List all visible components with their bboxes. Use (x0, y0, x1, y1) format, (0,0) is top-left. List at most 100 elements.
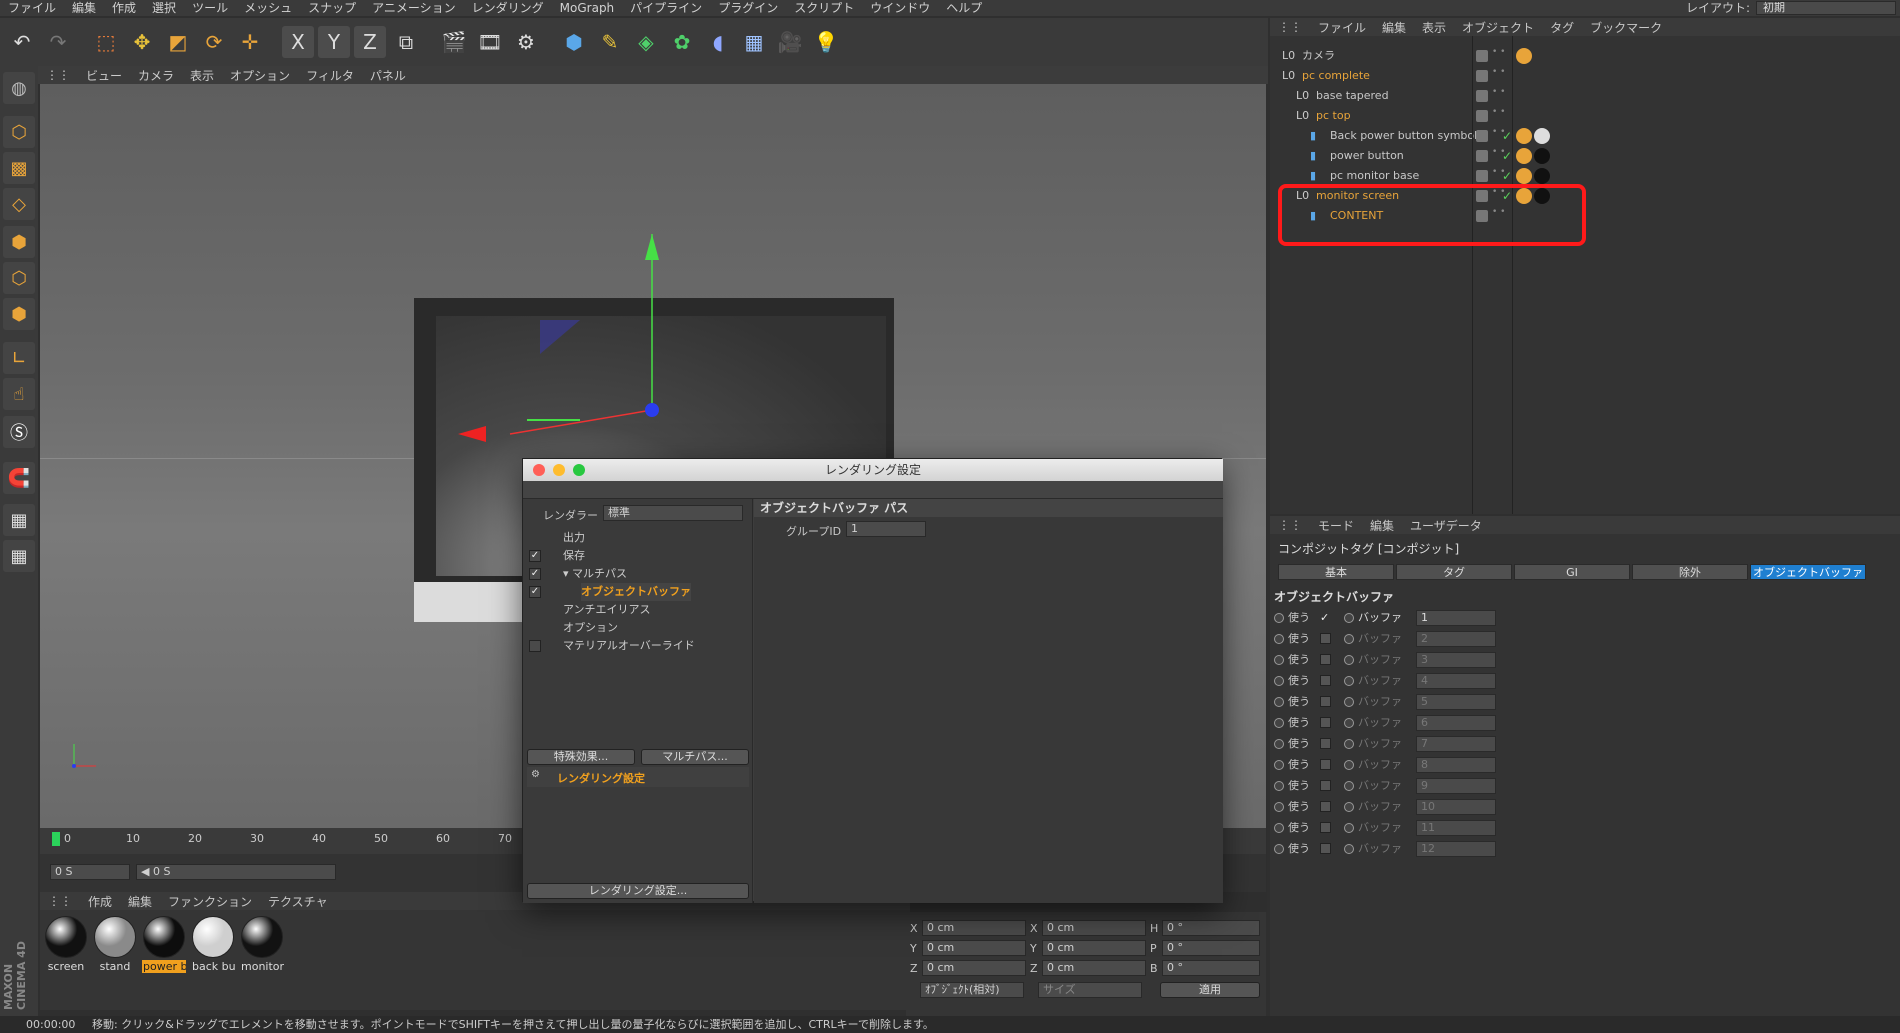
buffer-field[interactable]: 4 (1416, 673, 1496, 689)
object-row[interactable]: L0 pc top • • (1270, 106, 1900, 126)
material-swatch[interactable]: power b (142, 916, 186, 974)
menu-item[interactable]: スナップ (300, 0, 364, 16)
current-frame-field[interactable]: ◀ 0 S (136, 864, 336, 880)
use-radio[interactable] (1274, 697, 1284, 707)
buffer-radio[interactable] (1344, 634, 1354, 644)
size-field[interactable]: 0 cm (1042, 960, 1146, 976)
enabled-check-icon[interactable]: ✓ (1502, 126, 1512, 146)
buffer-field[interactable]: 5 (1416, 694, 1496, 710)
use-radio[interactable] (1274, 802, 1284, 812)
tree-checkbox[interactable]: ✓ (529, 568, 541, 580)
coord-mode-select[interactable]: ｵﾌﾞｼﾞｪｸﾄ(相対) (920, 982, 1024, 998)
tree-item[interactable]: ▾ マルチパス (563, 565, 627, 583)
buffer-radio[interactable] (1344, 844, 1354, 854)
multipass-button[interactable]: マルチパス... (641, 749, 749, 765)
use-radio[interactable] (1274, 634, 1284, 644)
tree-item[interactable]: オプション (563, 619, 618, 637)
buffer-radio[interactable] (1344, 613, 1354, 623)
visibility-dots[interactable]: • • (1492, 148, 1505, 163)
renderer-select[interactable]: 標準 (603, 505, 743, 521)
render-toggle[interactable] (1476, 50, 1488, 62)
menu-item[interactable]: レンダリング (464, 0, 552, 16)
buffer-field[interactable]: 8 (1416, 757, 1496, 773)
lock-grid-icon[interactable]: ▦ (3, 504, 35, 536)
group-id-field[interactable]: 1 (846, 521, 926, 537)
menu-item[interactable]: アニメーション (364, 0, 464, 16)
object-row[interactable]: ▮ Back power button symbol • • ✓ (1270, 126, 1900, 146)
use-checkbox[interactable] (1320, 738, 1331, 749)
use-radio[interactable] (1274, 739, 1284, 749)
tree-item[interactable]: オブジェクトバッファ (581, 583, 691, 601)
menu-item[interactable]: MoGraph (552, 0, 623, 16)
model-mode-icon[interactable]: ⬡ (3, 116, 35, 148)
object-row[interactable]: L0 base tapered • • (1270, 86, 1900, 106)
move-icon[interactable]: ✥ (126, 26, 158, 58)
object-menu-item[interactable]: タグ (1542, 19, 1582, 36)
object-menu-item[interactable]: 編集 (1374, 19, 1414, 36)
use-checkbox[interactable] (1320, 780, 1331, 791)
viewport-menu-item[interactable]: パネル (362, 67, 414, 84)
size-field[interactable]: 0 cm (1042, 920, 1146, 936)
rotation-field[interactable]: 0 ° (1162, 940, 1260, 956)
tree-item[interactable]: 保存 (563, 547, 585, 565)
menu-item[interactable]: パイプライン (622, 0, 710, 16)
position-field[interactable]: 0 cm (922, 940, 1026, 956)
buffer-radio[interactable] (1344, 760, 1354, 770)
use-checkbox[interactable] (1320, 759, 1331, 770)
buffer-field[interactable]: 11 (1416, 820, 1496, 836)
buffer-field[interactable]: 9 (1416, 778, 1496, 794)
attribute-tab[interactable]: GI (1514, 564, 1630, 580)
light-icon[interactable]: 💡 (810, 26, 842, 58)
y-axis-arrow[interactable] (645, 234, 659, 260)
position-field[interactable]: 0 cm (922, 960, 1026, 976)
polygons-mode-icon[interactable]: ⬢ (3, 298, 35, 330)
tag-icon[interactable] (1516, 128, 1532, 144)
buffer-radio[interactable] (1344, 718, 1354, 728)
buffer-radio[interactable] (1344, 823, 1354, 833)
close-button[interactable] (533, 464, 545, 476)
use-radio[interactable] (1274, 676, 1284, 686)
use-checkbox[interactable] (1320, 675, 1331, 686)
grid-icon[interactable]: ▦ (3, 540, 35, 572)
start-frame-field[interactable]: 0 S (50, 864, 130, 880)
z-axis-handle[interactable] (645, 403, 659, 417)
viewport-menu-item[interactable]: フィルタ (298, 67, 362, 84)
axis-icon[interactable]: ∟ (3, 342, 35, 374)
menu-item[interactable]: プラグイン (710, 0, 786, 16)
enabled-check-icon[interactable]: ✓ (1502, 146, 1512, 166)
object-row[interactable]: L0 pc complete • • (1270, 66, 1900, 86)
select-icon[interactable]: ⬚ (90, 26, 122, 58)
tag-icon[interactable] (1534, 128, 1550, 144)
preset-row[interactable]: ⚙ レンダリング設定 (527, 767, 749, 787)
use-checkbox[interactable] (1320, 822, 1331, 833)
visibility-dots[interactable]: • • (1492, 128, 1505, 143)
cloner-icon[interactable]: ✿ (666, 26, 698, 58)
tag-icon[interactable] (1516, 48, 1532, 64)
coord-icon[interactable]: ⧉ (390, 26, 422, 58)
object-menu-item[interactable]: オブジェクト (1454, 19, 1542, 36)
zoom-button[interactable] (573, 464, 585, 476)
use-radio[interactable] (1274, 781, 1284, 791)
menu-item[interactable]: 選択 (144, 0, 184, 16)
material-menu-item[interactable]: 作成 (80, 893, 120, 910)
use-checkbox[interactable]: ✓ (1320, 608, 1331, 624)
buffer-radio[interactable] (1344, 781, 1354, 791)
use-checkbox[interactable] (1320, 843, 1331, 854)
tree-item[interactable]: 出力 (563, 529, 585, 547)
viewport-menu-item[interactable]: オプション (222, 67, 298, 84)
subdivision-icon[interactable]: ◈ (630, 26, 662, 58)
undo-icon[interactable]: ↶ (6, 26, 38, 58)
buffer-field[interactable]: 7 (1416, 736, 1496, 752)
menu-item[interactable]: 作成 (104, 0, 144, 16)
buffer-field[interactable]: 2 (1416, 631, 1496, 647)
object-menu-item[interactable]: ブックマーク (1582, 19, 1670, 36)
visibility-dots[interactable]: • • (1492, 88, 1505, 103)
menu-item[interactable]: スクリプト (786, 0, 862, 16)
visibility-dots[interactable]: • • (1492, 168, 1505, 183)
rotation-field[interactable]: 0 ° (1162, 960, 1260, 976)
tree-checkbox[interactable] (529, 640, 541, 652)
add-icon[interactable]: ✛ (234, 26, 266, 58)
apply-button[interactable]: 適用 (1160, 982, 1260, 998)
viewport-menu-item[interactable]: ビュー (78, 67, 130, 84)
tag-icon[interactable] (1516, 168, 1532, 184)
